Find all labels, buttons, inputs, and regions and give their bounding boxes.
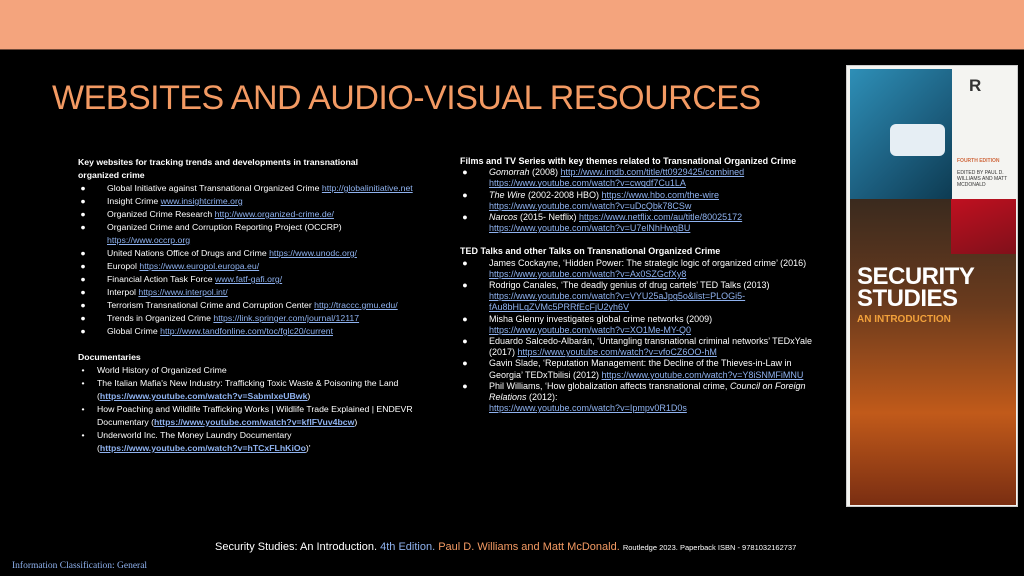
website-link[interactable]: https://www.interpol.int/ (138, 287, 227, 297)
citation-footer: Security Studies: An Introduction. 4th E… (215, 541, 797, 553)
film-link[interactable]: https://www.youtube.com/watch?v=U7elNhHw… (489, 223, 690, 233)
list-item: ● Rodrigo Canales, ‘The deadly genius of … (462, 280, 770, 313)
talk-link[interactable]: https://www.youtube.com/watch?v=Ax0SZGcf… (489, 269, 686, 279)
list-item: ● Narcos (2015- Netflix) https://www.netf… (462, 212, 743, 234)
book-edition: FOURTH EDITION (957, 158, 1000, 164)
website-link[interactable]: https://www.europol.europa.eu/ (139, 261, 259, 271)
list-item: ● Interpol https://www.interpol.int/ (80, 287, 228, 297)
website-link[interactable]: www.fatf-gafi.org/ (215, 274, 282, 284)
list-item: ● Global Crime http://www.tandfonline.com… (80, 326, 333, 336)
website-link[interactable]: www.insightcrime.org (161, 196, 243, 206)
media-column: Films and TV Series with key themes rela… (460, 156, 820, 414)
book-editors: EDITED BY PAUL D. WILLIAMS AND MATT MCDO… (957, 170, 1008, 188)
website-link[interactable]: https://www.occrp.org (107, 235, 190, 245)
list-item: • The Italian Mafia's New Industry: Traff… (81, 378, 399, 401)
list-item: ● Organized Crime Research http://www.org… (80, 209, 334, 219)
book-cover: R FOURTH EDITION EDITED BY PAUL D. WILLI… (846, 65, 1018, 507)
website-link[interactable]: https://link.springer.com/journal/12117 (213, 313, 359, 323)
cover-flag (951, 199, 1016, 254)
websites-heading: Key websites for tracking trends and dev… (78, 157, 358, 180)
film-link[interactable]: https://www.youtube.com/watch?v=uDcQbk78… (489, 201, 691, 211)
film-link[interactable]: https://www.hbo.com/the-wire (601, 190, 719, 200)
documentary-link[interactable]: https://www.youtube.com/watch?v=kflFVuv4… (154, 417, 354, 427)
list-item: • World History of Organized Crime (81, 365, 227, 375)
talk-link[interactable]: https://www.youtube.com/watch?v=Y8iSNMFi… (602, 370, 804, 380)
list-item: ● Europol https://www.europol.europa.eu/ (80, 261, 260, 271)
films-heading: Films and TV Series with key themes rela… (460, 156, 797, 166)
films-list: ● Gomorrah (2008) http://www.imdb.com/tit… (460, 167, 820, 234)
list-item: ● United Nations Office of Drugs and Crim… (80, 248, 357, 258)
talk-link[interactable]: https://www.youtube.com/watch?v=vfoCZ6OO… (518, 347, 717, 357)
talk-link[interactable]: https://www.youtube.com/watch?v=XO1Me-MY… (489, 325, 691, 335)
list-item: ● Phil Williams, ‘How globalization affec… (462, 380, 806, 414)
talk-link[interactable]: https://www.youtube.com/watch?v=VYU25aJp… (489, 291, 745, 312)
list-item: ● Global Initiative against Transnational… (80, 183, 413, 193)
documentaries-heading: Documentaries (78, 352, 141, 362)
website-link[interactable]: http://www.tandfonline.com/toc/fglc20/cu… (160, 326, 333, 336)
list-item: ● James Cockayne, ‘Hidden Power: The stra… (462, 257, 807, 279)
list-item: ● Insight Crime www.insightcrime.org (80, 196, 243, 206)
film-link[interactable]: https://www.netflix.com/au/title/8002517… (579, 212, 742, 222)
classification-label: Information Classification: General (12, 561, 148, 571)
book-subtitle: AN INTRODUCTION (857, 314, 951, 325)
website-link[interactable]: https://www.unodc.org/ (269, 248, 357, 258)
list-item: ● Trends in Organized Crime https://link.… (80, 313, 360, 323)
page-title: WEBSITES AND AUDIO-VISUAL RESOURCES (52, 79, 761, 117)
cover-photo (850, 69, 952, 199)
list-item: ● Terrorism Transnational Crime and Corru… (80, 300, 398, 310)
list-item: • How Poaching and Wildlife Trafficking W… (81, 404, 413, 427)
website-link[interactable]: http://www.organized-crime.de/ (215, 209, 334, 219)
list-item: ● Gavin Slade, ‘Reputation Management: th… (462, 358, 804, 380)
websites-list: ● Global Initiative against Transnational… (78, 182, 418, 338)
book-title: SECURITY STUDIES (857, 263, 975, 312)
website-link[interactable]: http://traccc.gmu.edu/ (314, 300, 398, 310)
ted-heading: TED Talks and other Talks on Transnation… (460, 246, 721, 257)
list-item: ● Gomorrah (2008) http://www.imdb.com/tit… (462, 167, 745, 189)
film-link[interactable]: https://www.youtube.com/watch?v=cwqdf7Cu… (489, 178, 686, 188)
list-item: ● Organized Crime and Corruption Reportin… (80, 222, 342, 245)
film-link[interactable]: http://www.imdb.com/title/tt0929425/comb… (561, 167, 745, 177)
website-link[interactable]: http://globalinitiative.net (322, 183, 413, 193)
top-banner (0, 0, 1024, 50)
list-item: • Underworld Inc. The Money Laundry Docum… (81, 430, 311, 453)
list-item: ● Financial Action Task Force www.fatf-ga… (80, 274, 283, 284)
websites-column: Key websites for tracking trends and dev… (78, 156, 418, 455)
documentaries-list: • World History of Organized Crime • The I… (78, 364, 418, 455)
list-item: ● Eduardo Salcedo-Albarán, ‘Untangling tr… (462, 336, 813, 358)
list-item: ● The Wire (2002-2008 HBO) https://www.hb… (462, 189, 720, 211)
list-item: ● Misha Glenny investigates global crime … (462, 313, 713, 335)
talk-link[interactable]: https://www.youtube.com/watch?v=Ipmpv0R1… (489, 403, 687, 413)
publisher-logo: R (969, 76, 982, 95)
ted-list: ● James Cockayne, ‘Hidden Power: The stra… (460, 258, 820, 415)
documentary-link[interactable]: https://www.youtube.com/watch?v=hTCxFLhK… (100, 443, 306, 453)
documentary-link[interactable]: https://www.youtube.com/watch?v=SabmlxeU… (100, 391, 308, 401)
